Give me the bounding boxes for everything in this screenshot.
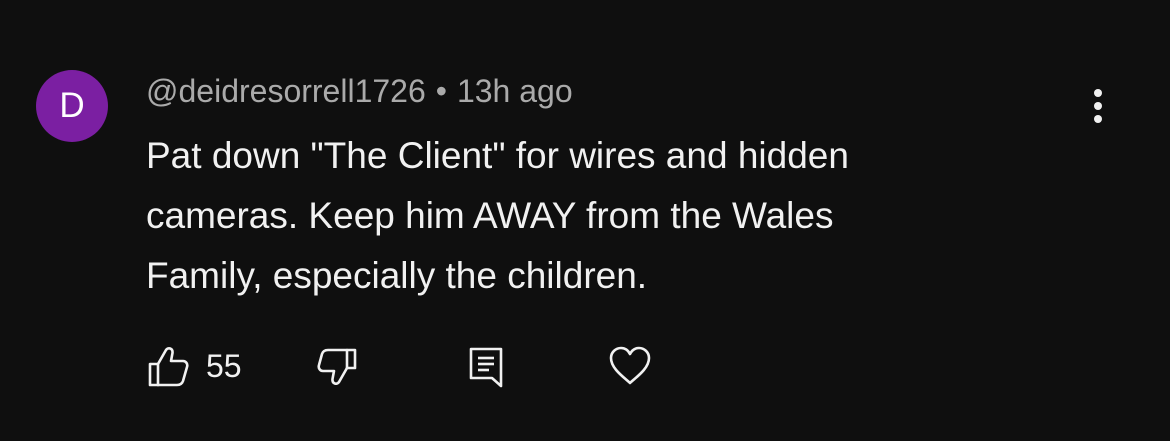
dislike-button[interactable]: [316, 342, 360, 390]
thumbs-up-icon: [148, 347, 189, 387]
comment: D @deidresorrell1726 • 13h ago Pat down "T…: [0, 0, 1170, 441]
timestamp[interactable]: 13h ago: [457, 73, 573, 109]
avatar[interactable]: D: [36, 70, 108, 142]
like-count: 55: [206, 348, 242, 384]
comment-meta: @deidresorrell1726 • 13h ago: [146, 72, 573, 110]
meta-separator: •: [435, 73, 447, 109]
comment-line: Pat down "The Client" for wires and hidd…: [146, 135, 849, 176]
heart-button[interactable]: [608, 342, 652, 390]
heart-icon: [609, 346, 651, 385]
comment-line: cameras. Keep him AWAY from the Wales: [146, 195, 834, 236]
reply-comment-icon: [469, 347, 503, 388]
comment-text: Pat down "The Client" for wires and hidd…: [146, 126, 1046, 306]
reply-button[interactable]: [468, 342, 504, 390]
thumbs-down-icon: [317, 348, 357, 385]
more-options-button[interactable]: [1084, 86, 1112, 126]
author-handle[interactable]: @deidresorrell1726: [146, 73, 426, 109]
like-button[interactable]: 55: [146, 342, 256, 390]
more-vert-icon: [1094, 89, 1102, 123]
avatar-letter: D: [59, 86, 85, 125]
comment-line: Family, especially the children.: [146, 255, 648, 296]
